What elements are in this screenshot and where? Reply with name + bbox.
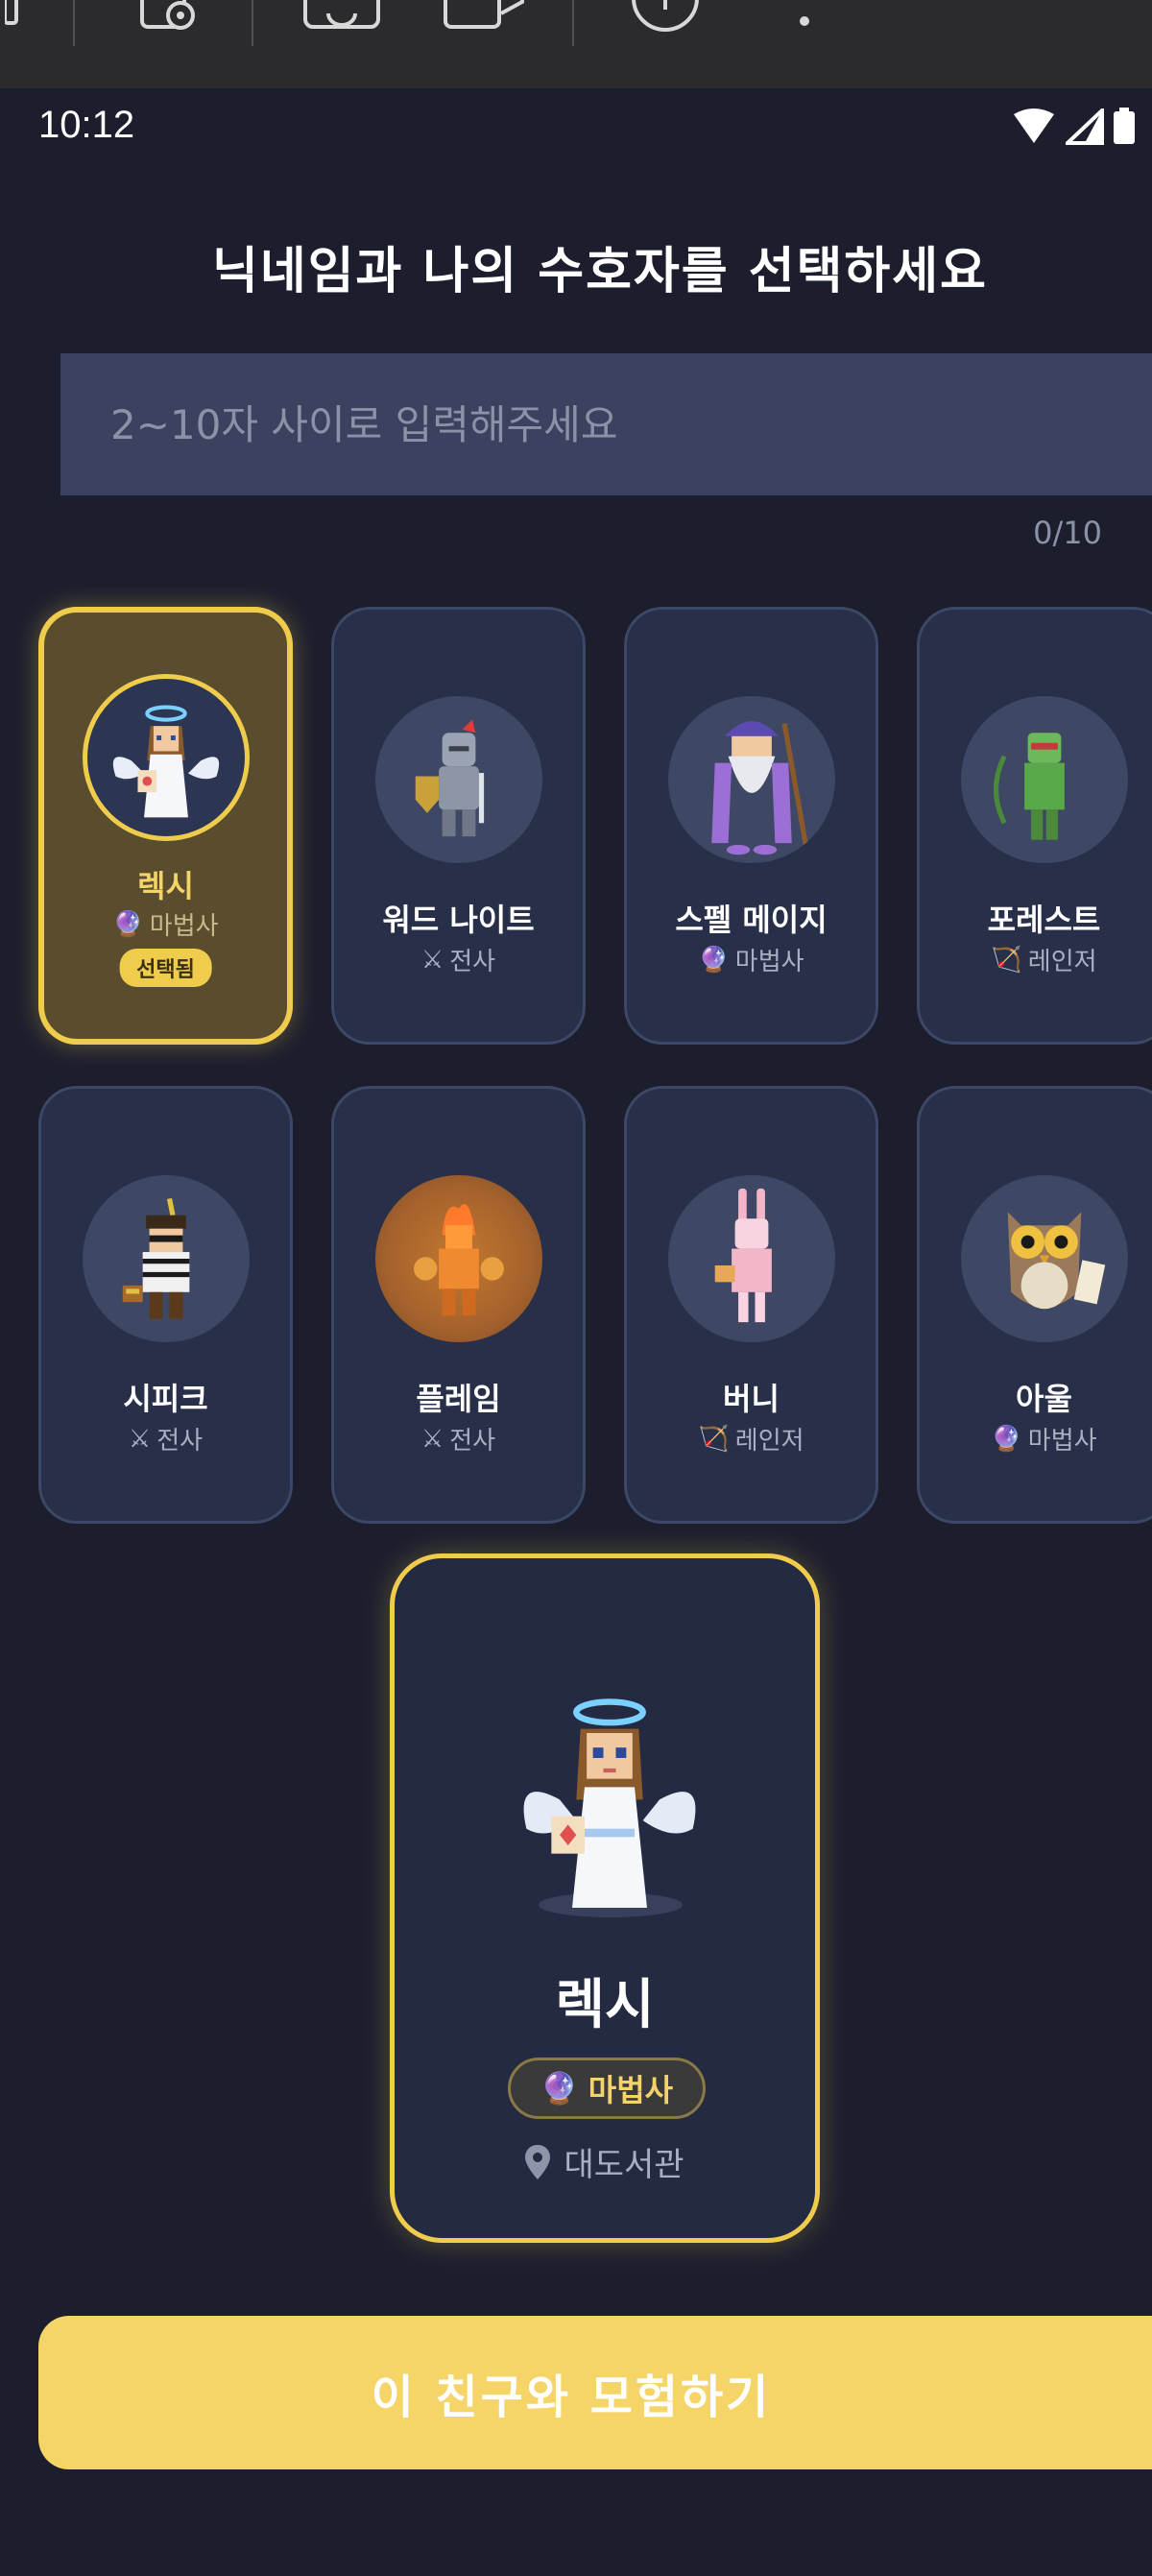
status-time: 10:12 — [38, 104, 135, 146]
settings-icon[interactable] — [134, 0, 211, 38]
nickname-input[interactable] — [60, 353, 1152, 495]
character-card-lexi[interactable]: 렉시 🔮 마법사 선택됨 — [38, 607, 293, 1045]
ranger-avatar-icon — [960, 696, 1128, 863]
angel-figure-icon — [523, 1698, 696, 1908]
status-icons — [1012, 108, 1139, 146]
thief-avatar-icon — [82, 1175, 250, 1342]
character-card-owl[interactable]: 아울 🔮 마법사 — [917, 1086, 1152, 1524]
bow-icon: 🏹 — [698, 1424, 730, 1454]
wifi-icon — [1014, 108, 1054, 143]
character-class: ⚔ 전사 — [420, 1424, 496, 1457]
detail-name: 렉시 — [555, 1974, 655, 2036]
crystal-ball-icon: 🔮 — [112, 909, 144, 939]
crossed-swords-icon: ⚔ — [128, 1424, 152, 1454]
detail-class-badge: 🔮 마법사 — [508, 2058, 706, 2119]
character-class: ⚔ 전사 — [128, 1424, 204, 1457]
character-card-sipik[interactable]: 시피크 ⚔ 전사 — [38, 1086, 293, 1524]
character-card-forest[interactable]: 포레스트 🏹 레인저 — [917, 607, 1152, 1045]
info-icon[interactable] — [630, 0, 701, 38]
angel-avatar-icon — [82, 674, 250, 841]
character-name: 스펠 메이지 — [675, 902, 828, 938]
crystal-ball-icon: 🔮 — [540, 2070, 579, 2107]
location-pin-icon — [525, 2144, 551, 2179]
selected-character-detail: 렉시 🔮 마법사 대도서관 — [390, 1553, 820, 2243]
crossed-swords-icon: ⚔ — [420, 1424, 444, 1454]
detail-location: 대도서관 — [395, 2138, 815, 2185]
flame-avatar-icon — [374, 1175, 542, 1342]
character-name: 포레스트 — [987, 902, 1101, 938]
camera-icon[interactable] — [303, 0, 384, 38]
knight-avatar-icon — [374, 696, 542, 863]
character-name: 워드 나이트 — [382, 902, 535, 938]
character-name: 아울 — [1016, 1381, 1072, 1417]
page-title: 닉네임과 나의 수호자를 선택하세요 — [212, 243, 988, 301]
more-icon[interactable] — [787, 0, 826, 38]
status-bar: 10:12 — [0, 88, 1152, 167]
bunny-avatar-icon — [667, 1175, 835, 1342]
video-icon[interactable] — [444, 0, 526, 38]
top-toolbar — [0, 0, 1152, 88]
character-name: 버니 — [723, 1381, 780, 1417]
character-card-spell-mage[interactable]: 스펠 메이지 🔮 마법사 — [624, 607, 878, 1045]
character-class: 🏹 레인저 — [698, 1424, 804, 1457]
character-name: 렉시 — [137, 868, 194, 904]
character-class: 🏹 레인저 — [991, 945, 1097, 977]
character-card-flame[interactable]: 플레임 ⚔ 전사 — [331, 1086, 586, 1524]
character-card-bunny[interactable]: 버니 🏹 레인저 — [624, 1086, 878, 1524]
bow-icon: 🏹 — [991, 945, 1022, 975]
character-class: 🔮 마법사 — [112, 909, 219, 942]
character-name: 플레임 — [416, 1381, 501, 1417]
signal-icon — [1066, 108, 1104, 145]
character-class: ⚔ 전사 — [420, 945, 496, 977]
wizard-avatar-icon — [667, 696, 835, 863]
crystal-ball-icon: 🔮 — [698, 945, 730, 975]
character-card-word-knight[interactable]: 워드 나이트 ⚔ 전사 — [331, 607, 586, 1045]
character-class: 🔮 마법사 — [698, 945, 804, 977]
toolbar-divider — [572, 0, 574, 46]
adventure-button[interactable]: 이 친구와 모험하기 — [38, 2316, 1152, 2469]
crystal-ball-icon: 🔮 — [991, 1424, 1022, 1454]
owl-avatar-icon — [960, 1175, 1128, 1342]
character-name: 시피크 — [123, 1381, 208, 1417]
toolbar-divider — [252, 0, 253, 46]
battery-icon — [1114, 108, 1135, 144]
crossed-swords-icon: ⚔ — [420, 945, 444, 975]
toolbar-divider — [73, 0, 75, 46]
character-class: 🔮 마법사 — [991, 1424, 1097, 1457]
file-icon[interactable] — [0, 0, 29, 38]
selected-badge: 선택됨 — [119, 949, 212, 987]
nickname-counter: 0/10 — [1033, 515, 1102, 551]
